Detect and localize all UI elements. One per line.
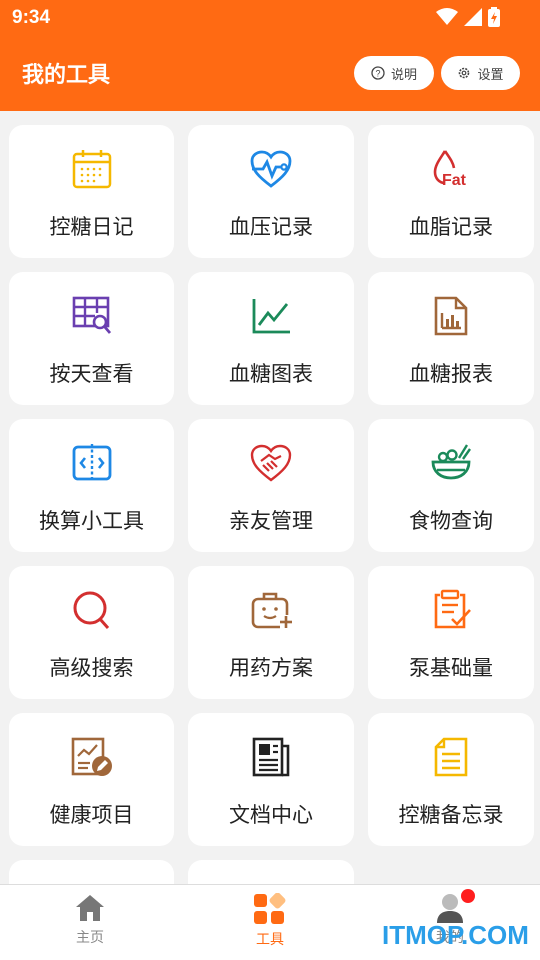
fat-drop-icon: Fat bbox=[429, 147, 473, 191]
signal-icon bbox=[464, 8, 482, 26]
tool-card-advanced-search[interactable]: 高级搜索 bbox=[9, 566, 174, 699]
svg-text:Fat: Fat bbox=[442, 172, 467, 189]
notification-badge bbox=[461, 889, 475, 903]
tool-label: 血脂记录 bbox=[409, 215, 493, 239]
tool-label: 文档中心 bbox=[229, 803, 313, 827]
tool-label: 换算小工具 bbox=[39, 509, 144, 533]
battery-icon bbox=[488, 7, 500, 27]
tool-card-glucose-chart[interactable]: 血糖图表 bbox=[188, 272, 354, 405]
page-title: 我的工具 bbox=[22, 63, 111, 88]
handshake-heart-icon bbox=[249, 441, 293, 485]
search-icon bbox=[70, 588, 114, 632]
nav-tools[interactable]: 工具 bbox=[220, 893, 320, 949]
food-bowl-icon bbox=[429, 441, 473, 485]
report-file-icon bbox=[429, 294, 473, 338]
tool-card-sugar-diary[interactable]: 控糖日记 bbox=[9, 125, 174, 258]
tool-label: 泵基础量 bbox=[409, 656, 493, 680]
app-header: 9:34 我的工具 ? 说明 设置 bbox=[0, 0, 540, 111]
tool-card-health-project[interactable]: 健康项目 bbox=[9, 713, 174, 846]
wifi-icon bbox=[436, 8, 458, 25]
watermark: ITMOP.COM bbox=[382, 920, 529, 950]
home-icon bbox=[76, 895, 104, 921]
status-icons bbox=[436, 7, 500, 27]
gear-icon bbox=[459, 67, 470, 79]
grid-search-icon bbox=[70, 294, 114, 338]
svg-text:?: ? bbox=[375, 69, 380, 79]
tool-label: 亲友管理 bbox=[229, 509, 313, 533]
tool-card-family-management[interactable]: 亲友管理 bbox=[188, 419, 354, 552]
tool-label: 血糖图表 bbox=[229, 362, 313, 386]
tool-label: 用药方案 bbox=[229, 656, 313, 680]
status-bar: 9:34 bbox=[0, 0, 540, 36]
tool-card-blood-lipid[interactable]: Fat 血脂记录 bbox=[368, 125, 534, 258]
clipboard-check-icon bbox=[429, 588, 473, 632]
tool-card-medication-plan[interactable]: 用药方案 bbox=[188, 566, 354, 699]
tool-card-converter[interactable]: 换算小工具 bbox=[9, 419, 174, 552]
medicine-kit-icon bbox=[249, 588, 293, 632]
settings-label: 设置 bbox=[477, 67, 504, 83]
question-circle-icon: ? bbox=[371, 66, 385, 80]
tool-card-partial[interactable] bbox=[188, 860, 354, 884]
settings-button[interactable]: 设置 bbox=[441, 56, 520, 90]
tool-card-partial[interactable] bbox=[9, 860, 174, 884]
tool-label: 控糖备忘录 bbox=[398, 803, 504, 827]
memo-icon bbox=[429, 735, 473, 779]
help-button[interactable]: ? 说明 bbox=[354, 56, 434, 90]
nav-label: 主页 bbox=[76, 930, 104, 946]
tool-label: 血糖报表 bbox=[409, 362, 493, 386]
tool-label: 高级搜索 bbox=[49, 656, 134, 680]
tool-card-blood-pressure[interactable]: 血压记录 bbox=[188, 125, 354, 258]
tool-label: 按天查看 bbox=[49, 362, 134, 386]
tool-card-pump-basal[interactable]: 泵基础量 bbox=[368, 566, 534, 699]
newspaper-icon bbox=[249, 735, 293, 779]
heart-pulse-icon bbox=[249, 147, 293, 191]
tool-label: 健康项目 bbox=[49, 803, 134, 827]
nav-label: 工具 bbox=[256, 932, 284, 948]
convert-icon bbox=[70, 441, 114, 485]
tool-card-sugar-memo[interactable]: 控糖备忘录 bbox=[368, 713, 534, 846]
tools-icon bbox=[254, 893, 286, 924]
tool-card-food-search[interactable]: 食物查询 bbox=[368, 419, 534, 552]
help-label: 说明 bbox=[390, 67, 417, 83]
tool-card-document-center[interactable]: 文档中心 bbox=[188, 713, 354, 846]
calendar-icon bbox=[70, 147, 114, 191]
tool-card-daily-view[interactable]: 按天查看 bbox=[9, 272, 174, 405]
line-chart-icon bbox=[249, 294, 293, 338]
tool-card-glucose-report[interactable]: 血糖报表 bbox=[368, 272, 534, 405]
nav-home[interactable]: 主页 bbox=[40, 893, 140, 947]
tool-label: 血压记录 bbox=[229, 215, 313, 239]
tool-label: 控糖日记 bbox=[49, 215, 134, 239]
tool-label: 食物查询 bbox=[409, 509, 493, 533]
health-project-icon bbox=[70, 735, 114, 779]
tools-grid: 控糖日记 血压记录 Fat 血脂记录 按天查看 血糖图表 血糖报表 换算小工具 … bbox=[9, 125, 534, 884]
status-time: 9:34 bbox=[12, 7, 51, 28]
